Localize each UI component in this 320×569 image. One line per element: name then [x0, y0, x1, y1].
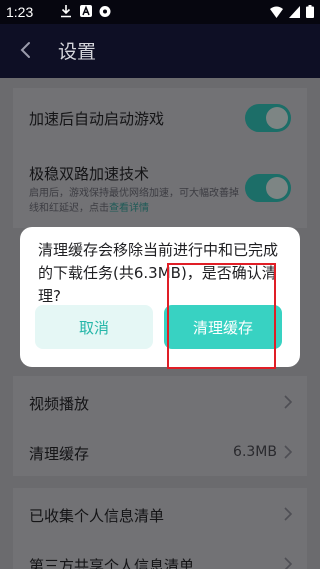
auto-start-label: 加速后自动启动游戏: [29, 110, 165, 128]
highlight-annotation-box: [167, 263, 276, 369]
clear-cache-label: 清理缓存: [29, 445, 90, 463]
third-party-row[interactable]: 第三方共享个人信息清单: [13, 538, 307, 569]
view-details-link[interactable]: 查看详情: [109, 203, 149, 214]
battery-icon: [306, 5, 314, 18]
page-title: 设置: [58, 41, 97, 63]
cancel-button[interactable]: 取消: [35, 305, 153, 349]
video-row[interactable]: 视频播放: [13, 376, 307, 426]
back-arrow-icon[interactable]: [14, 38, 38, 62]
collected-info-label: 已收集个人信息清单: [29, 507, 165, 525]
auto-start-toggle[interactable]: [245, 104, 291, 132]
settings-group-acceleration: 加速后自动启动游戏 极稳双路加速技术 启用后，游戏保持最优网络加速，可大幅改善掉…: [13, 88, 307, 228]
signal-icon: [289, 5, 300, 18]
settings-group-privacy: 已收集个人信息清单 第三方共享个人信息清单: [13, 488, 307, 569]
third-party-label: 第三方共享个人信息清单: [29, 557, 195, 569]
collected-info-row[interactable]: 已收集个人信息清单: [13, 488, 307, 538]
settings-app-icon: [99, 6, 111, 17]
dual-channel-label: 极稳双路加速技术: [29, 165, 150, 183]
status-time: 1:23: [6, 4, 34, 20]
cache-size-value: 6.3MB: [233, 444, 277, 460]
dual-channel-toggle[interactable]: [245, 174, 291, 202]
chevron-right-icon: [284, 445, 293, 459]
clear-cache-row[interactable]: 清理缓存 6.3MB: [13, 426, 307, 476]
toggle-knob: [266, 107, 288, 129]
letter-a-icon: [80, 5, 92, 17]
app-header: 设置: [0, 24, 320, 78]
chevron-right-icon: [284, 395, 293, 409]
settings-group-media: 视频播放 清理缓存 6.3MB: [13, 376, 307, 476]
video-label: 视频播放: [29, 395, 90, 413]
wifi-icon: [270, 6, 283, 18]
chevron-right-icon: [284, 557, 293, 569]
download-icon: [61, 5, 71, 18]
chevron-right-icon: [284, 507, 293, 521]
toggle-knob: [266, 177, 288, 199]
status-bar: 1:23: [0, 0, 320, 24]
dual-channel-desc: 启用后，游戏保持最优网络加速，可大幅改善掉线和红延迟，点击查看详情: [29, 186, 239, 216]
